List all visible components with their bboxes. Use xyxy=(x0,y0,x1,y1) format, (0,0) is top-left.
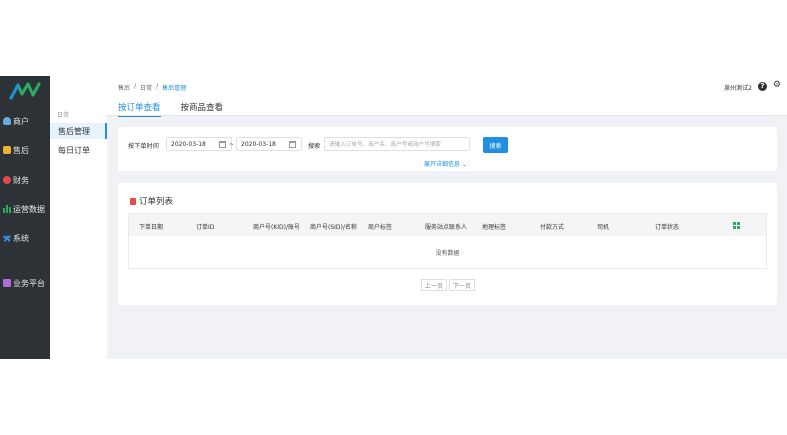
column-settings-icon[interactable] xyxy=(733,222,740,229)
date-range-separator: ~ xyxy=(229,141,235,148)
help-icon[interactable]: ? xyxy=(758,82,767,91)
column-header[interactable]: 商户标签 xyxy=(368,222,392,231)
breadcrumb-separator: / xyxy=(134,83,137,90)
app-shell: 商户 售后 财务 运营数据 系统 业务平台 日常 售后管理 每日订单 售后 / … xyxy=(0,76,787,359)
nav-item-system[interactable]: 系统 xyxy=(0,229,50,247)
nav-item-merchant[interactable]: 商户 xyxy=(0,112,50,130)
order-table: 下单日期 订单ID 商户号(KID)/账号 商户号(SID)/名称 商户标签 服… xyxy=(128,213,767,269)
nav-item-ops-data[interactable]: 运营数据 xyxy=(0,200,50,218)
column-header[interactable]: 商户号(SID)/名称 xyxy=(310,222,357,231)
order-time-label: 按下单时间 xyxy=(128,143,159,150)
search-input[interactable]: 请输入订单号、商户名、商户号或商户号搜索 xyxy=(324,137,470,151)
nav-item-platform[interactable]: 业务平台 xyxy=(0,274,50,292)
nav-item-label: 商户 xyxy=(13,116,29,126)
subnav-item-label: 每日订单 xyxy=(58,145,90,155)
breadcrumb-current: 售后管理 xyxy=(162,85,187,92)
column-header[interactable]: 地理标签 xyxy=(482,222,506,231)
user-name[interactable]: 泉州测试2 xyxy=(724,83,752,92)
expand-details-link[interactable]: 展开详细信息 ⌄ xyxy=(424,159,467,168)
subnav-group-label: 日常 xyxy=(57,112,70,119)
date-from-value: 2020-03-18 xyxy=(171,140,206,148)
breadcrumb-separator: / xyxy=(156,83,159,90)
column-header[interactable]: 商户号(KID)/账号 xyxy=(253,222,300,231)
nav-item-finance[interactable]: 财务 xyxy=(0,171,50,189)
order-list-panel: 订单列表 下单日期 订单ID 商户号(KID)/账号 商户号(SID)/名称 商… xyxy=(118,183,777,305)
column-header[interactable]: 服务站点联系人 xyxy=(425,222,467,231)
nav-item-label: 业务平台 xyxy=(13,278,45,288)
subnav-item-label: 售后管理 xyxy=(58,126,90,136)
empty-state-text: 没有数据 xyxy=(435,249,460,257)
nav-item-label: 运营数据 xyxy=(13,204,45,214)
date-to-value: 2020-03-18 xyxy=(241,140,276,148)
next-page-button[interactable]: 下一页 xyxy=(449,279,476,291)
tab-by-product[interactable]: 按商品查看 xyxy=(181,101,224,117)
table-header: 下单日期 订单ID 商户号(KID)/账号 商户号(SID)/名称 商户标签 服… xyxy=(129,214,766,236)
column-header[interactable]: 订单状态 xyxy=(655,222,679,231)
subnav-item-aftersale-manage[interactable]: 售后管理 xyxy=(50,123,107,139)
nav-item-label: 系统 xyxy=(13,233,29,243)
nav-item-label: 售后 xyxy=(13,145,29,155)
breadcrumb: 售后 / 日常 / 售后管理 xyxy=(118,83,186,92)
finance-icon xyxy=(3,176,11,184)
page-header: 售后 / 日常 / 售后管理 按订单查看 按商品查看 泉州测试2 ? ⚙ xyxy=(107,76,787,117)
view-tabs: 按订单查看 按商品查看 xyxy=(118,101,223,117)
sub-nav: 日常 售后管理 每日订单 xyxy=(50,76,107,359)
gear-icon xyxy=(3,234,11,242)
nav-item-label: 财务 xyxy=(13,175,29,185)
document-icon xyxy=(130,197,136,205)
breadcrumb-item[interactable]: 日常 xyxy=(140,83,152,92)
calendar-icon[interactable] xyxy=(219,141,226,148)
column-header[interactable]: 付款方式 xyxy=(540,222,564,231)
nav-item-aftersale[interactable]: 售后 xyxy=(0,141,50,159)
user-icon xyxy=(3,117,11,125)
column-header[interactable]: 订单ID xyxy=(196,222,214,231)
chevron-down-icon: ⌄ xyxy=(461,161,467,168)
logo-icon xyxy=(9,82,41,100)
calendar-icon[interactable] xyxy=(289,141,296,148)
platform-icon xyxy=(3,279,11,287)
search-input-placeholder: 请输入订单号、商户名、商户号或商户号搜索 xyxy=(329,142,441,148)
expand-details-label: 展开详细信息 xyxy=(424,161,461,168)
order-list-title: 订单列表 xyxy=(130,195,173,207)
column-header[interactable]: 司机 xyxy=(597,222,609,231)
order-list-title-text: 订单列表 xyxy=(139,197,174,207)
breadcrumb-item[interactable]: 售后 xyxy=(118,83,130,92)
bar-chart-icon xyxy=(3,205,11,213)
column-header[interactable]: 下单日期 xyxy=(139,222,163,231)
keyword-label: 搜索 xyxy=(308,143,321,150)
main-nav: 商户 售后 财务 运营数据 系统 业务平台 xyxy=(0,76,50,359)
settings-gear-icon[interactable]: ⚙ xyxy=(773,80,781,90)
tab-by-order[interactable]: 按订单查看 xyxy=(118,101,161,117)
prev-page-button[interactable]: 上一页 xyxy=(421,279,448,291)
search-button[interactable]: 搜索 xyxy=(483,137,508,153)
subnav-item-daily-orders[interactable]: 每日订单 xyxy=(50,142,107,158)
search-panel: 按下单时间 2020-03-18 ~ 2020-03-18 搜索 请输入订单号、… xyxy=(118,127,777,171)
service-icon xyxy=(3,146,11,154)
